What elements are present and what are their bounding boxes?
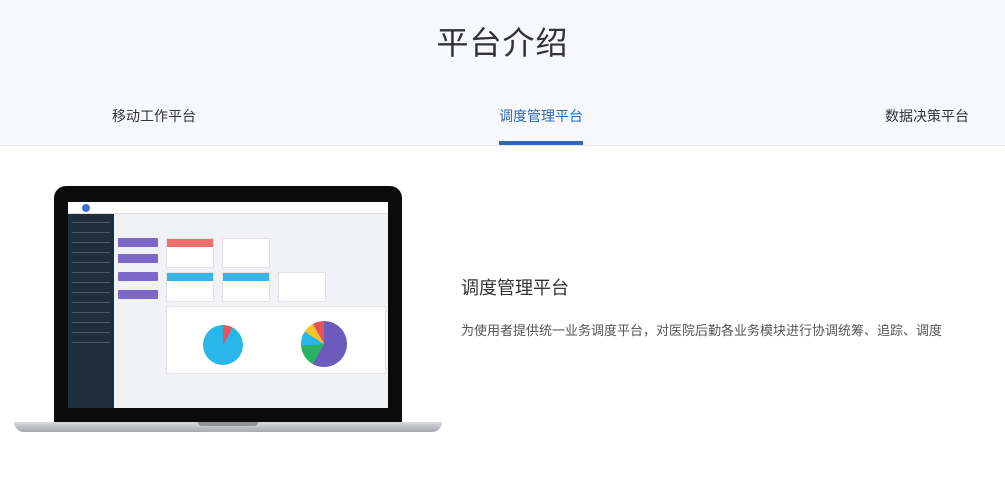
screen-button xyxy=(118,290,158,299)
screen-button xyxy=(118,272,158,281)
screen-card xyxy=(166,238,214,268)
laptop-screenshot-image xyxy=(14,186,442,438)
screen-card xyxy=(222,238,270,268)
screen-topbar xyxy=(68,202,388,214)
header: 平台介绍 移动工作平台 调度管理平台 数据决策平台 xyxy=(0,0,1005,146)
active-tab-indicator xyxy=(499,141,583,145)
platform-title: 调度管理平台 xyxy=(461,278,569,299)
tab-dispatch-management-platform[interactable]: 调度管理平台 xyxy=(499,106,583,126)
tab-mobile-work-platform[interactable]: 移动工作平台 xyxy=(112,106,196,126)
page-title: 平台介绍 xyxy=(436,24,569,62)
screen-card xyxy=(278,272,326,302)
screen-button xyxy=(118,238,158,247)
screen-logo-icon xyxy=(82,204,90,212)
laptop-notch xyxy=(198,422,258,426)
tab-data-decision-platform[interactable]: 数据决策平台 xyxy=(885,106,969,126)
screen-chart-panel xyxy=(166,306,386,374)
screen-card xyxy=(222,272,270,302)
screen-card xyxy=(166,272,214,302)
screen-sidebar xyxy=(68,214,114,408)
screen-pie-chart xyxy=(203,325,243,365)
platform-description: 为使用者提供统一业务调度平台，对医院后勤各业务模块进行协调统筹、追踪、调度 xyxy=(461,324,943,339)
screen-button xyxy=(118,254,158,263)
dashboard-screen xyxy=(68,202,388,408)
screen-pie-chart xyxy=(301,321,347,367)
